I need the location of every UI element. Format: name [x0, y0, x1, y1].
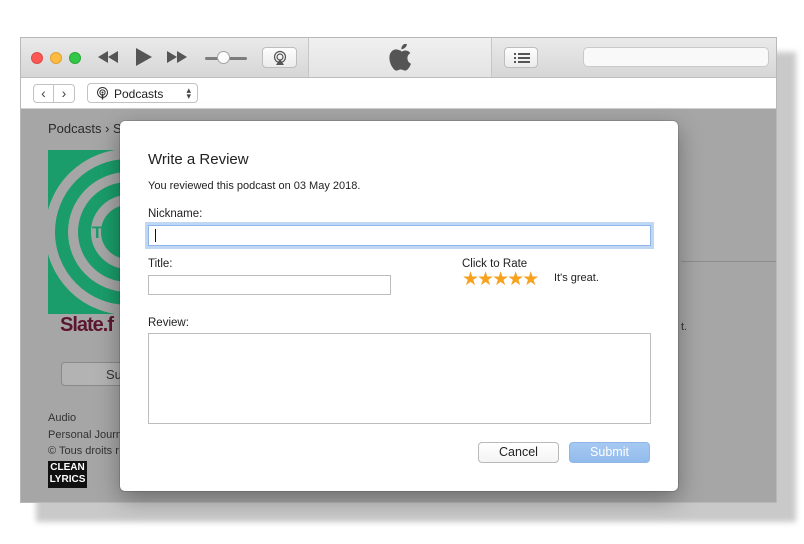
- zoom-button[interactable]: [69, 52, 81, 64]
- title-input[interactable]: [148, 275, 391, 295]
- review-date-info: You reviewed this podcast on 03 May 2018…: [148, 180, 361, 192]
- forward-button[interactable]: ›: [54, 84, 75, 103]
- star-icon[interactable]: ★: [522, 270, 539, 289]
- media-source-selector[interactable]: Podcasts ▴ ▾: [87, 83, 198, 103]
- cancel-button[interactable]: Cancel: [478, 442, 559, 463]
- airplay-button[interactable]: [262, 47, 297, 68]
- up-next-button[interactable]: [504, 47, 538, 68]
- description-text: t.: [681, 321, 688, 333]
- list-icon: [514, 53, 530, 63]
- media-source-label: Podcasts: [114, 87, 164, 101]
- clean-lyrics-badge: CLEAN LYRICS: [48, 461, 87, 488]
- write-review-dialog: Write a Review You reviewed this podcast…: [120, 121, 678, 491]
- title-label: Title:: [148, 258, 173, 270]
- podcast-genre: Audio: [48, 412, 77, 424]
- rating-description: It's great.: [554, 272, 599, 284]
- navigation-bar: ‹ › Podcasts ▴ ▾: [21, 78, 776, 109]
- minimize-button[interactable]: [50, 52, 62, 64]
- apple-logo-icon: [389, 44, 411, 71]
- artwork-brand-text: Slate.f: [60, 314, 114, 336]
- airplay-icon: [273, 50, 287, 65]
- nickname-input[interactable]: [148, 225, 651, 246]
- content-divider: [681, 261, 776, 262]
- submit-button[interactable]: Submit: [569, 442, 650, 463]
- podcast-artwork[interactable]: TRA: [48, 150, 128, 314]
- star-rating[interactable]: ★★★★★: [462, 270, 539, 290]
- volume-slider-knob[interactable]: [217, 51, 230, 64]
- clean-badge-bottom: LYRICS: [49, 474, 86, 485]
- podcast-category: Personal Journ: [48, 429, 122, 441]
- lcd-display: [308, 38, 492, 77]
- title-bar: [21, 38, 776, 78]
- fast-forward-icon[interactable]: [166, 50, 188, 64]
- rewind-icon[interactable]: [97, 50, 119, 64]
- clean-badge-top: CLEAN: [50, 462, 85, 473]
- review-textarea[interactable]: [148, 333, 651, 424]
- dialog-title: Write a Review: [148, 151, 249, 168]
- search-field[interactable]: [583, 47, 769, 67]
- podcast-copyright: © Tous droits r: [48, 445, 119, 457]
- chevron-updown-icon: ▴ ▾: [186, 85, 191, 101]
- podcast-icon: [97, 87, 108, 100]
- back-button[interactable]: ‹: [33, 84, 54, 103]
- play-icon[interactable]: [135, 47, 153, 67]
- breadcrumb[interactable]: Podcasts › S: [48, 121, 122, 136]
- text-caret: [155, 229, 156, 242]
- nickname-label: Nickname:: [148, 208, 203, 220]
- close-button[interactable]: [31, 52, 43, 64]
- review-label: Review:: [148, 317, 189, 329]
